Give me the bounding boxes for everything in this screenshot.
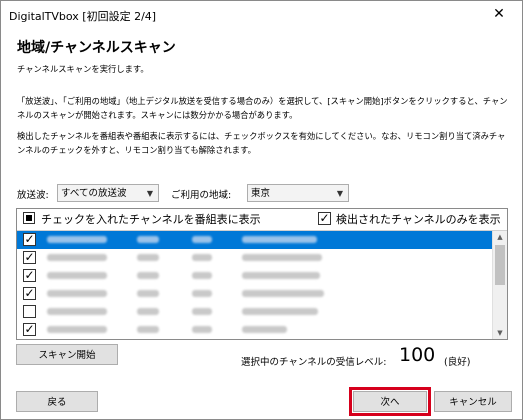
- window-title: DigitalTVbox [初回設定 2/4]: [9, 10, 157, 23]
- blurred-channel-number: [192, 290, 212, 297]
- blurred-channel-number: [192, 326, 212, 333]
- blurred-channel-number: [192, 254, 212, 261]
- blurred-channel-station: [242, 308, 318, 315]
- channel-row[interactable]: ✓: [17, 285, 493, 303]
- blurred-channel-station: [242, 254, 322, 261]
- blurred-channel-station: [242, 326, 287, 333]
- channel-row[interactable]: ✓: [17, 321, 493, 339]
- scroll-down-icon[interactable]: ▼: [493, 327, 507, 339]
- blurred-channel-type: [137, 254, 159, 261]
- blurred-channel-number: [192, 236, 212, 243]
- blurred-channel-type: [137, 308, 159, 315]
- channel-row[interactable]: ✓: [17, 267, 493, 285]
- description-intro: チャンネルスキャンを実行します。: [17, 64, 149, 74]
- blurred-channel-type: [137, 272, 159, 279]
- channel-row[interactable]: ✓: [17, 249, 493, 267]
- blurred-channel-station: [242, 290, 324, 297]
- list-scrollbar[interactable]: ▲ ▼: [492, 231, 507, 339]
- region-label: ご利用の地域:: [171, 190, 232, 201]
- show-in-guide-label: チェックを入れたチャンネルを番組表に表示: [41, 213, 261, 226]
- only-detected-checkbox[interactable]: ✓: [318, 212, 331, 225]
- channel-list: チェックを入れたチャンネルを番組表に表示 ✓ 検出されたチャンネルのみを表示 ✓…: [16, 208, 508, 340]
- page-title: 地域/チャンネルスキャン: [17, 40, 176, 56]
- blurred-channel-type: [137, 236, 159, 243]
- broadcast-select-value: すべての放送波: [61, 188, 127, 199]
- blurred-channel-station: [242, 236, 317, 243]
- channel-rows: ✓ ✓ ✓ ✓ ✓: [17, 231, 493, 339]
- blurred-channel-number: [192, 308, 212, 315]
- blurred-channel-type: [137, 326, 159, 333]
- region-select-value: 東京: [251, 188, 271, 199]
- back-button[interactable]: 戻る: [16, 391, 98, 412]
- signal-level-status: (良好): [444, 357, 471, 368]
- channel-checkbox[interactable]: [23, 305, 36, 318]
- blurred-channel-number: [192, 272, 212, 279]
- cancel-button[interactable]: キャンセル: [434, 391, 512, 412]
- channel-checkbox[interactable]: ✓: [23, 323, 36, 336]
- only-detected-label: 検出されたチャンネルのみを表示: [336, 213, 501, 226]
- show-in-guide-checkbox[interactable]: [23, 212, 35, 224]
- blurred-channel-name: [47, 290, 107, 297]
- description-instructions: 「放送波」、「ご利用の地域」（地上デジタル放送を受信する場合のみ）を選択して、[…: [17, 96, 508, 120]
- channel-checkbox[interactable]: ✓: [23, 251, 36, 264]
- channel-row[interactable]: ✓: [17, 231, 493, 249]
- blurred-channel-station: [242, 272, 320, 279]
- blurred-channel-name: [47, 326, 107, 333]
- blurred-channel-name: [47, 254, 107, 261]
- scan-start-button[interactable]: スキャン開始: [16, 344, 118, 365]
- description-note: 検出したチャンネルを番組表や番組表に表示するには、チェックボックスを有効にしてく…: [17, 131, 506, 155]
- blurred-channel-type: [137, 290, 159, 297]
- channel-checkbox[interactable]: ✓: [23, 287, 36, 300]
- close-icon[interactable]: ✕: [490, 5, 508, 23]
- title-bar: DigitalTVbox [初回設定 2/4] ✕: [1, 1, 522, 31]
- channel-row[interactable]: [17, 303, 493, 321]
- setup-window: DigitalTVbox [初回設定 2/4] ✕ 地域/チャンネルスキャン チ…: [0, 0, 523, 420]
- scroll-up-icon[interactable]: ▲: [493, 231, 507, 243]
- channel-list-header: チェックを入れたチャンネルを番組表に表示 ✓ 検出されたチャンネルのみを表示: [17, 209, 507, 231]
- blurred-channel-name: [47, 272, 107, 279]
- broadcast-label: 放送波:: [17, 190, 49, 201]
- region-select[interactable]: 東京 ▼: [247, 184, 349, 202]
- signal-level-value: 100: [399, 344, 436, 366]
- chevron-down-icon: ▼: [146, 189, 153, 198]
- next-button-highlight: [349, 387, 431, 416]
- scroll-thumb[interactable]: [495, 245, 505, 285]
- signal-level-label: 選択中のチャンネルの受信レベル:: [241, 357, 387, 368]
- broadcast-select[interactable]: すべての放送波 ▼: [57, 184, 159, 202]
- blurred-channel-name: [47, 308, 107, 315]
- channel-checkbox[interactable]: ✓: [23, 233, 36, 246]
- chevron-down-icon: ▼: [336, 189, 343, 198]
- blurred-channel-name: [47, 236, 107, 243]
- channel-checkbox[interactable]: ✓: [23, 269, 36, 282]
